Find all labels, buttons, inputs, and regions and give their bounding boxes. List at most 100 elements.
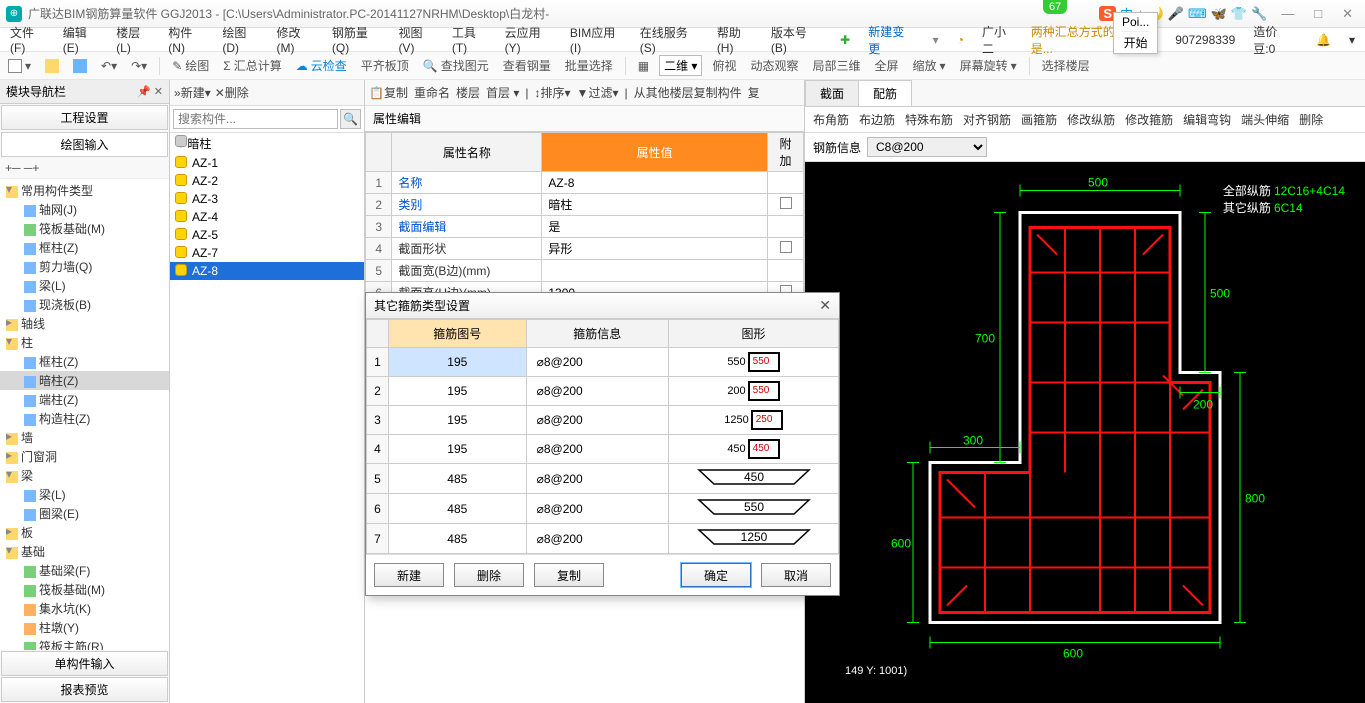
copyfloor-button[interactable]: 从其他楼层复制构件 bbox=[634, 84, 742, 101]
menu-item[interactable]: 楼层(L) bbox=[110, 22, 160, 57]
rebar-tool[interactable]: 布角筋 bbox=[813, 111, 849, 128]
tree-item[interactable]: ▸板 bbox=[0, 523, 169, 542]
notification-badge[interactable]: 67 bbox=[1043, 0, 1067, 14]
dlg-copy-button[interactable]: 复制 bbox=[534, 563, 604, 587]
viewrebar-button[interactable]: 查看钢量 bbox=[499, 55, 555, 76]
list-item[interactable]: AZ-5 bbox=[170, 226, 364, 244]
menu-item[interactable]: 工具(T) bbox=[446, 22, 497, 57]
ime-item[interactable]: 🔧 bbox=[1251, 6, 1267, 22]
tree-item[interactable]: 柱墩(Y) bbox=[0, 618, 169, 637]
menu-item[interactable]: 云应用(Y) bbox=[499, 22, 562, 57]
menu-item[interactable]: 构件(N) bbox=[162, 22, 214, 57]
minimize-button[interactable]: ― bbox=[1275, 6, 1300, 22]
dlg-delete-button[interactable]: 删除 bbox=[454, 563, 524, 587]
ime-item[interactable]: 🦋 bbox=[1211, 6, 1227, 22]
tab-project-settings[interactable]: 工程设置 bbox=[1, 105, 168, 130]
rebar-tool[interactable]: 修改纵筋 bbox=[1067, 111, 1115, 128]
list-root[interactable]: ▾ 暗柱 bbox=[170, 133, 364, 154]
tree-item[interactable]: 筏板基础(M) bbox=[0, 219, 169, 238]
search-input[interactable] bbox=[173, 109, 338, 129]
rebar-tool[interactable]: 编辑弯钩 bbox=[1183, 111, 1231, 128]
bell-icon[interactable]: 🔔 bbox=[1310, 31, 1337, 49]
list-item[interactable]: AZ-7 bbox=[170, 244, 364, 262]
tree-item[interactable]: 圈梁(E) bbox=[0, 504, 169, 523]
batch-button[interactable]: 批量选择 bbox=[561, 55, 617, 76]
tab-draw-input[interactable]: 绘图输入 bbox=[1, 132, 168, 157]
tree-item[interactable]: 筏板基础(M) bbox=[0, 580, 169, 599]
ime-item[interactable]: 🎤 bbox=[1168, 6, 1184, 22]
tree-item[interactable]: 框柱(Z) bbox=[0, 238, 169, 257]
list-item[interactable]: AZ-2 bbox=[170, 172, 364, 190]
section-canvas[interactable]: 500 500 700 800 200 300 600 600 全部纵筋 12C… bbox=[805, 162, 1365, 703]
rebar-tool[interactable]: 画箍筋 bbox=[1021, 111, 1057, 128]
dlg-ok-button[interactable]: 确定 bbox=[681, 563, 751, 587]
menu-item[interactable]: 编辑(E) bbox=[57, 22, 108, 57]
menu-item[interactable]: 修改(M) bbox=[270, 22, 323, 57]
menu-item[interactable]: 绘图(D) bbox=[216, 22, 268, 57]
tree-item[interactable]: 梁(L) bbox=[0, 485, 169, 504]
menu-item[interactable]: 文件(F) bbox=[4, 22, 55, 57]
new-file-button[interactable]: ▾ bbox=[4, 57, 35, 75]
dialog-close-button[interactable]: ✕ bbox=[819, 297, 831, 314]
rebar-tool[interactable]: 端头伸缩 bbox=[1241, 111, 1289, 128]
dim-select[interactable]: 二维 ▾ bbox=[659, 55, 702, 76]
save-button[interactable] bbox=[69, 57, 91, 75]
search-button[interactable]: 🔍 bbox=[340, 109, 361, 129]
rebar-tool[interactable]: 修改箍筋 bbox=[1125, 111, 1173, 128]
tab-single-input[interactable]: 单构件输入 bbox=[1, 651, 168, 676]
rotate-button[interactable]: 屏幕旋转▾ bbox=[956, 55, 1021, 76]
maximize-button[interactable]: □ bbox=[1308, 6, 1328, 22]
tree-item[interactable]: 筏板主筋(R) bbox=[0, 637, 169, 650]
tree-item[interactable]: 基础梁(F) bbox=[0, 561, 169, 580]
fullscreen-button[interactable]: 全屏 bbox=[871, 55, 903, 76]
cloud-check-button[interactable]: ☁云检查 bbox=[292, 55, 351, 76]
tree-item[interactable]: 集水坑(K) bbox=[0, 599, 169, 618]
undo-button[interactable]: ↶▾ bbox=[97, 57, 121, 75]
component-list[interactable]: ▾ 暗柱AZ-1AZ-2AZ-3AZ-4AZ-5AZ-7AZ-8 bbox=[170, 133, 364, 703]
rebar-tool[interactable]: 删除 bbox=[1299, 111, 1323, 128]
poi-start-button[interactable]: 开始 bbox=[1122, 31, 1149, 51]
firstfloor-select[interactable]: 首层 ▾ bbox=[486, 84, 519, 101]
selfloor-button[interactable]: 选择楼层 bbox=[1038, 55, 1094, 76]
local3d-button[interactable]: 局部三维 bbox=[808, 55, 864, 76]
rename-button[interactable]: 重命名 bbox=[414, 84, 450, 101]
draw-button[interactable]: ✎绘图 bbox=[168, 55, 213, 76]
sum-button[interactable]: Σ 汇总计算 bbox=[219, 55, 285, 76]
flat-button[interactable]: 平齐板顶 bbox=[357, 55, 413, 76]
filter-button[interactable]: ▼过滤▾ bbox=[577, 84, 619, 101]
topview-button[interactable]: 俯视 bbox=[708, 55, 740, 76]
tree-item[interactable]: ▾梁 bbox=[0, 466, 169, 485]
rebar-info-select[interactable]: C8@200 bbox=[867, 137, 987, 157]
tree-item[interactable]: 构造柱(Z) bbox=[0, 409, 169, 428]
user-name[interactable]: 广小二 bbox=[976, 21, 1023, 59]
tree-item[interactable]: ▸墙 bbox=[0, 428, 169, 447]
new-button[interactable]: »新建▾ bbox=[174, 84, 211, 101]
find-button[interactable]: 🔍查找图元 bbox=[419, 55, 493, 76]
tree-item[interactable]: ▾基础 bbox=[0, 542, 169, 561]
tab-section[interactable]: 截面 bbox=[805, 80, 859, 106]
tree-item[interactable]: 框柱(Z) bbox=[0, 352, 169, 371]
rebar-tool[interactable]: 对齐钢筋 bbox=[963, 111, 1011, 128]
tree-item[interactable]: 轴网(J) bbox=[0, 200, 169, 219]
copy-button[interactable]: 📋复制 bbox=[369, 84, 408, 101]
tree-item[interactable]: 现浇板(B) bbox=[0, 295, 169, 314]
tree-item[interactable]: 暗柱(Z) bbox=[0, 371, 169, 390]
tab-report-preview[interactable]: 报表预览 bbox=[1, 677, 168, 702]
stirrup-table[interactable]: 箍筋图号箍筋信息图形1195⌀8@2005505502195⌀8@2002005… bbox=[366, 319, 839, 554]
dlg-cancel-button[interactable]: 取消 bbox=[761, 563, 831, 587]
ime-item[interactable]: 👕 bbox=[1231, 6, 1247, 22]
list-item[interactable]: AZ-3 bbox=[170, 190, 364, 208]
tab-rebar[interactable]: 配筋 bbox=[858, 80, 912, 106]
tree-toolbar[interactable]: +─ ─+ bbox=[0, 158, 169, 179]
tree-item[interactable]: ▾柱 bbox=[0, 333, 169, 352]
menu-item[interactable]: 帮助(H) bbox=[711, 22, 763, 57]
component-tree[interactable]: ▾常用构件类型轴网(J)筏板基础(M)框柱(Z)剪力墙(Q)梁(L)现浇板(B)… bbox=[0, 179, 169, 650]
grid-icon[interactable]: ▦ bbox=[634, 57, 653, 75]
tree-item[interactable]: ▸门窗洞 bbox=[0, 447, 169, 466]
menu-item[interactable]: BIM应用(I) bbox=[564, 22, 632, 57]
list-item[interactable]: AZ-4 bbox=[170, 208, 364, 226]
tree-item[interactable]: 剪力墙(Q) bbox=[0, 257, 169, 276]
tree-item[interactable]: ▸轴线 bbox=[0, 314, 169, 333]
tree-item[interactable]: ▾常用构件类型 bbox=[0, 181, 169, 200]
rebar-tool[interactable]: 特殊布筋 bbox=[905, 111, 953, 128]
